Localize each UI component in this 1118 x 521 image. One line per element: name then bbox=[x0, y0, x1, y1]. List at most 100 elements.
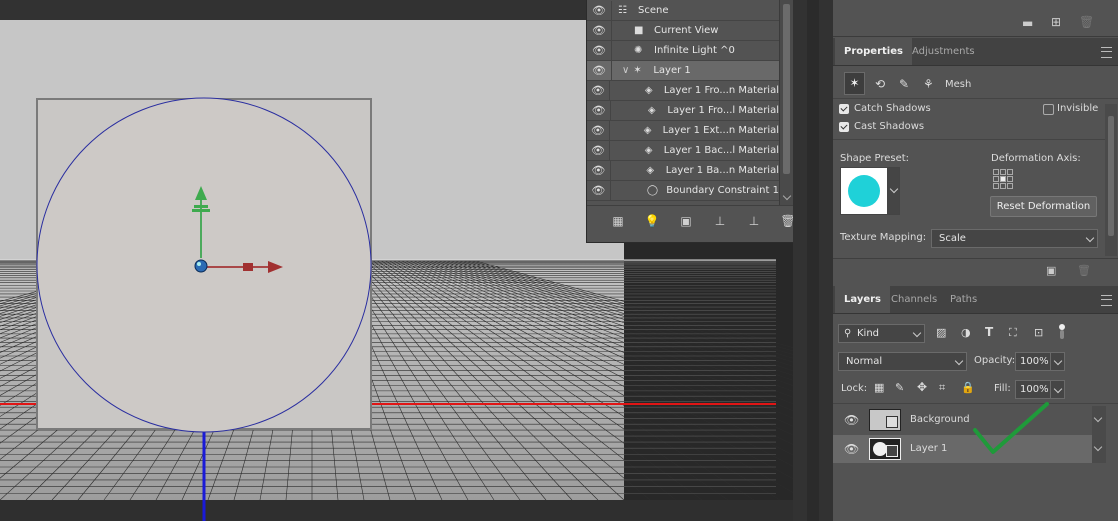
deformation-axis-label: Deformation Axis: bbox=[991, 153, 1081, 164]
eye-icon[interactable]: 👁 bbox=[587, 101, 612, 120]
eye-icon[interactable]: 👁 bbox=[587, 41, 612, 60]
render-settings-icon[interactable]: ▣ bbox=[1046, 264, 1056, 277]
top-panel-footer: ▬ ⊞ 🗑 bbox=[833, 0, 1118, 37]
3d-layer-badge-icon bbox=[886, 416, 898, 428]
lock-image-pixels-icon[interactable]: ✎ bbox=[895, 381, 904, 394]
drop-to-plane-icon[interactable]: ⊥ bbox=[713, 214, 727, 228]
eye-icon[interactable]: 👁 bbox=[844, 413, 859, 427]
scene-item[interactable]: 👁 ◈ Layer 1 Ba...n Material bbox=[587, 161, 779, 181]
catch-shadows-checkbox[interactable] bbox=[839, 104, 849, 114]
properties-trash-icon[interactable]: 🗑 bbox=[1077, 264, 1091, 277]
eye-icon[interactable]: 👁 bbox=[587, 21, 612, 40]
fill-dropdown-button[interactable] bbox=[1050, 380, 1065, 399]
axis-dot[interactable] bbox=[993, 169, 999, 175]
lock-transparent-pixels-icon[interactable]: ▦ bbox=[874, 381, 884, 394]
texture-mapping-label: Texture Mapping: bbox=[840, 232, 927, 243]
eye-icon[interactable]: 👁 bbox=[844, 442, 859, 456]
opacity-value: 100% bbox=[1020, 356, 1049, 367]
filter-adjustment-icon[interactable]: ◑ bbox=[961, 326, 971, 339]
scene-item[interactable]: 👁 ◈ Layer 1 Ext...n Material bbox=[587, 121, 779, 141]
trash-icon[interactable]: 🗑 bbox=[1079, 15, 1094, 29]
lock-label: Lock: bbox=[841, 383, 868, 394]
lock-position-icon[interactable]: ✥ bbox=[917, 380, 927, 394]
properties-menu-icon[interactable] bbox=[1101, 47, 1112, 58]
scene-item[interactable]: 👁 ∨ ✶ Layer 1 bbox=[587, 61, 779, 81]
filter-toggle[interactable] bbox=[1057, 324, 1066, 340]
layer-filter-kind-select[interactable]: ⚲ Kind bbox=[838, 324, 925, 343]
add-light-icon[interactable]: 💡 bbox=[645, 214, 660, 228]
tab-channels[interactable]: Channels bbox=[882, 286, 946, 313]
shape-preset-label: Shape Preset: bbox=[840, 153, 910, 164]
deformation-axis-grid[interactable] bbox=[993, 169, 1013, 189]
deform-mode-icon[interactable]: ⟲ bbox=[875, 77, 885, 91]
layer-row-layer-1[interactable]: 👁 Layer 1 bbox=[833, 435, 1106, 463]
reset-deformation-button[interactable]: Reset Deformation bbox=[990, 196, 1097, 217]
eye-icon[interactable]: 👁 bbox=[587, 121, 610, 140]
axis-dot[interactable] bbox=[1000, 183, 1006, 189]
search-icon: ⚲ bbox=[844, 328, 852, 339]
mesh-mode-icon[interactable]: ✶ bbox=[844, 72, 865, 95]
folder-icon[interactable]: ▬ bbox=[1022, 16, 1033, 30]
blend-mode-value: Normal bbox=[846, 356, 883, 367]
mode-label: Mesh bbox=[945, 79, 972, 90]
tab-properties[interactable]: Properties bbox=[835, 38, 912, 65]
filter-shape-icon[interactable]: ⛶ bbox=[1009, 326, 1017, 340]
mesh-icon: ✶ bbox=[633, 64, 642, 76]
properties-footer: ▣ 🗑 bbox=[833, 258, 1118, 285]
scene-item[interactable]: 👁 ■ Current View bbox=[587, 21, 779, 41]
scene-item[interactable]: 👁 ✺ Infinite Light ^0 bbox=[587, 41, 779, 61]
properties-scrollbar[interactable] bbox=[1105, 104, 1117, 256]
shape-preset-picker[interactable] bbox=[840, 167, 888, 215]
tab-adjustments[interactable]: Adjustments bbox=[903, 38, 984, 65]
layers-menu-icon[interactable] bbox=[1101, 295, 1112, 306]
chevron-down-icon[interactable]: ∨ bbox=[622, 65, 629, 76]
delete-hidden-icon[interactable]: ⊥ bbox=[747, 214, 761, 228]
cast-shadows-checkbox[interactable] bbox=[839, 122, 849, 132]
axis-dot[interactable] bbox=[993, 183, 999, 189]
scene-item-label: Layer 1 Ba...n Material bbox=[665, 165, 779, 176]
filter-type-icon[interactable]: T bbox=[985, 325, 993, 339]
layer-thumbnail bbox=[869, 409, 901, 431]
3d-panel: 👁 ☷ Scene 👁 ■ Current View 👁 ✺ Infinite Light ^0… bbox=[586, 0, 818, 243]
new-item-icon[interactable]: ⊞ bbox=[1051, 15, 1061, 29]
axis-dot[interactable] bbox=[993, 176, 999, 182]
layers-scrollbar[interactable] bbox=[1092, 406, 1106, 463]
scene-item[interactable]: 👁 ◈ Layer 1 Bac...l Material bbox=[587, 141, 779, 161]
opacity-dropdown-button[interactable] bbox=[1050, 352, 1065, 371]
layer-row-background[interactable]: 👁 Background bbox=[833, 406, 1106, 434]
lock-all-icon[interactable]: 🔒 bbox=[961, 381, 975, 394]
layer-filter-kind-value: Kind bbox=[857, 328, 880, 339]
shape-preset-dropdown-button[interactable] bbox=[888, 167, 900, 215]
scene-item-label: Infinite Light ^0 bbox=[654, 45, 735, 56]
invisible-checkbox[interactable] bbox=[1043, 104, 1054, 115]
eye-icon[interactable]: 👁 bbox=[587, 181, 611, 200]
scene-item[interactable]: 👁 ◯ Boundary Constraint 1 bbox=[587, 181, 779, 201]
axis-dot[interactable] bbox=[1007, 183, 1013, 189]
axis-dot[interactable] bbox=[1000, 169, 1006, 175]
texture-mapping-select[interactable]: Scale bbox=[931, 229, 1098, 248]
3d-panel-scrollbar[interactable] bbox=[779, 0, 794, 205]
filter-scene-icon[interactable]: ▦ bbox=[611, 214, 625, 228]
filter-smart-object-icon[interactable]: ⊡ bbox=[1034, 326, 1043, 339]
blend-mode-select[interactable]: Normal bbox=[838, 352, 967, 371]
eye-icon[interactable]: 👁 bbox=[587, 1, 612, 20]
eye-icon[interactable]: 👁 bbox=[587, 141, 610, 160]
eye-icon[interactable]: 👁 bbox=[587, 81, 611, 100]
scene-item[interactable]: 👁 ◈ Layer 1 Fro...n Material bbox=[587, 81, 779, 101]
constraint-icon: ◯ bbox=[646, 184, 659, 196]
scene-item[interactable]: 👁 ◈ Layer 1 Fro...l Material bbox=[587, 101, 779, 121]
axis-dot[interactable] bbox=[1007, 176, 1013, 182]
coordinates-mode-icon[interactable]: ⚘ bbox=[923, 77, 934, 91]
material-icon: ◈ bbox=[643, 124, 652, 136]
scene-item[interactable]: 👁 ☷ Scene bbox=[587, 1, 779, 21]
lock-artboard-icon[interactable]: ⌗ bbox=[939, 381, 945, 395]
scene-item-label: Layer 1 Bac...l Material bbox=[663, 145, 779, 156]
axis-dot[interactable] bbox=[1007, 169, 1013, 175]
cap-mode-icon[interactable]: ✎ bbox=[899, 77, 909, 91]
axis-dot[interactable] bbox=[1000, 176, 1006, 182]
tab-paths[interactable]: Paths bbox=[941, 286, 986, 313]
eye-icon[interactable]: 👁 bbox=[587, 161, 611, 180]
filter-pixel-icon[interactable]: ▨ bbox=[936, 326, 946, 339]
render-icon[interactable]: ▣ bbox=[679, 214, 693, 228]
eye-icon[interactable]: 👁 bbox=[587, 61, 612, 80]
